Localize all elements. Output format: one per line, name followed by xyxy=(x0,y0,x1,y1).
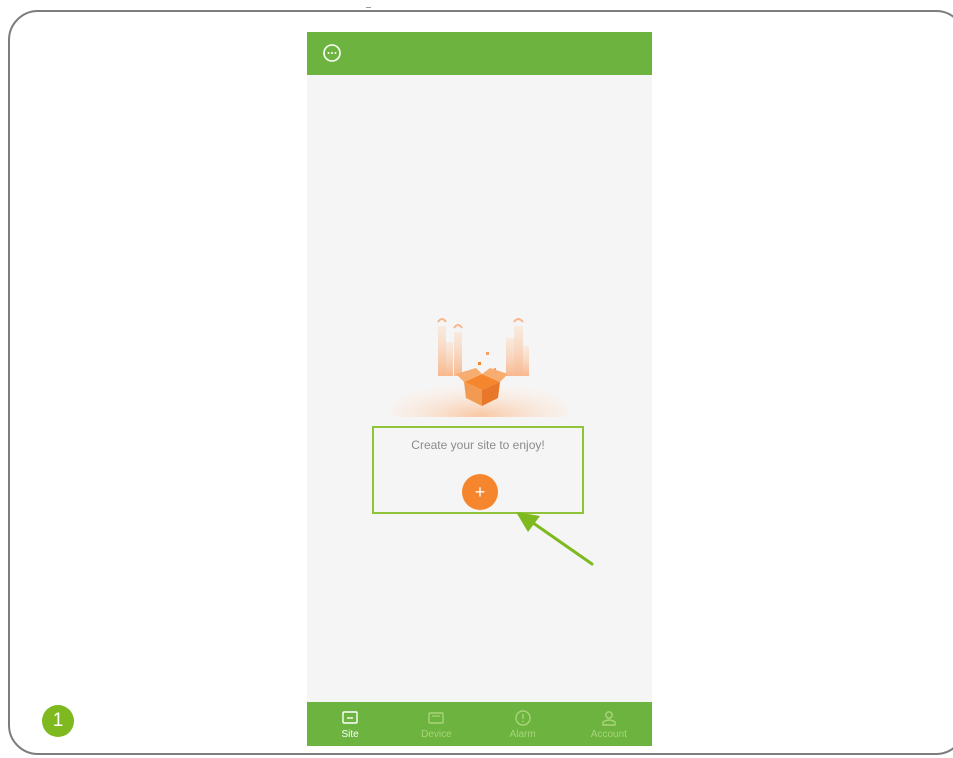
frame-tick xyxy=(366,7,371,8)
app-header xyxy=(307,32,652,75)
nav-item-site[interactable]: Site xyxy=(307,702,393,746)
add-site-button[interactable]: + xyxy=(462,474,498,510)
device-icon xyxy=(428,711,445,724)
nav-item-account[interactable]: Account xyxy=(566,702,652,746)
pointer-arrow xyxy=(516,512,594,566)
phone-screen: Create your site to enjoy! + Site Device xyxy=(307,32,652,746)
site-icon xyxy=(342,710,358,724)
empty-state-illustration xyxy=(390,302,570,436)
nav-label-account: Account xyxy=(590,728,627,740)
nav-label-alarm: Alarm xyxy=(509,728,536,740)
nav-item-alarm[interactable]: Alarm xyxy=(480,702,566,746)
empty-state-message: Create your site to enjoy! xyxy=(411,438,545,452)
nav-label-site: Site xyxy=(341,728,359,740)
nav-label-device: Device xyxy=(421,728,452,740)
create-site-highlight: Create your site to enjoy! + xyxy=(372,426,584,514)
account-icon xyxy=(602,710,616,726)
more-icon[interactable] xyxy=(322,43,342,63)
alarm-icon xyxy=(514,709,531,726)
bottom-navigation: Site Device Alarm Account xyxy=(307,702,652,746)
step-number-badge: 1 xyxy=(42,705,74,737)
nav-item-device[interactable]: Device xyxy=(393,702,479,746)
